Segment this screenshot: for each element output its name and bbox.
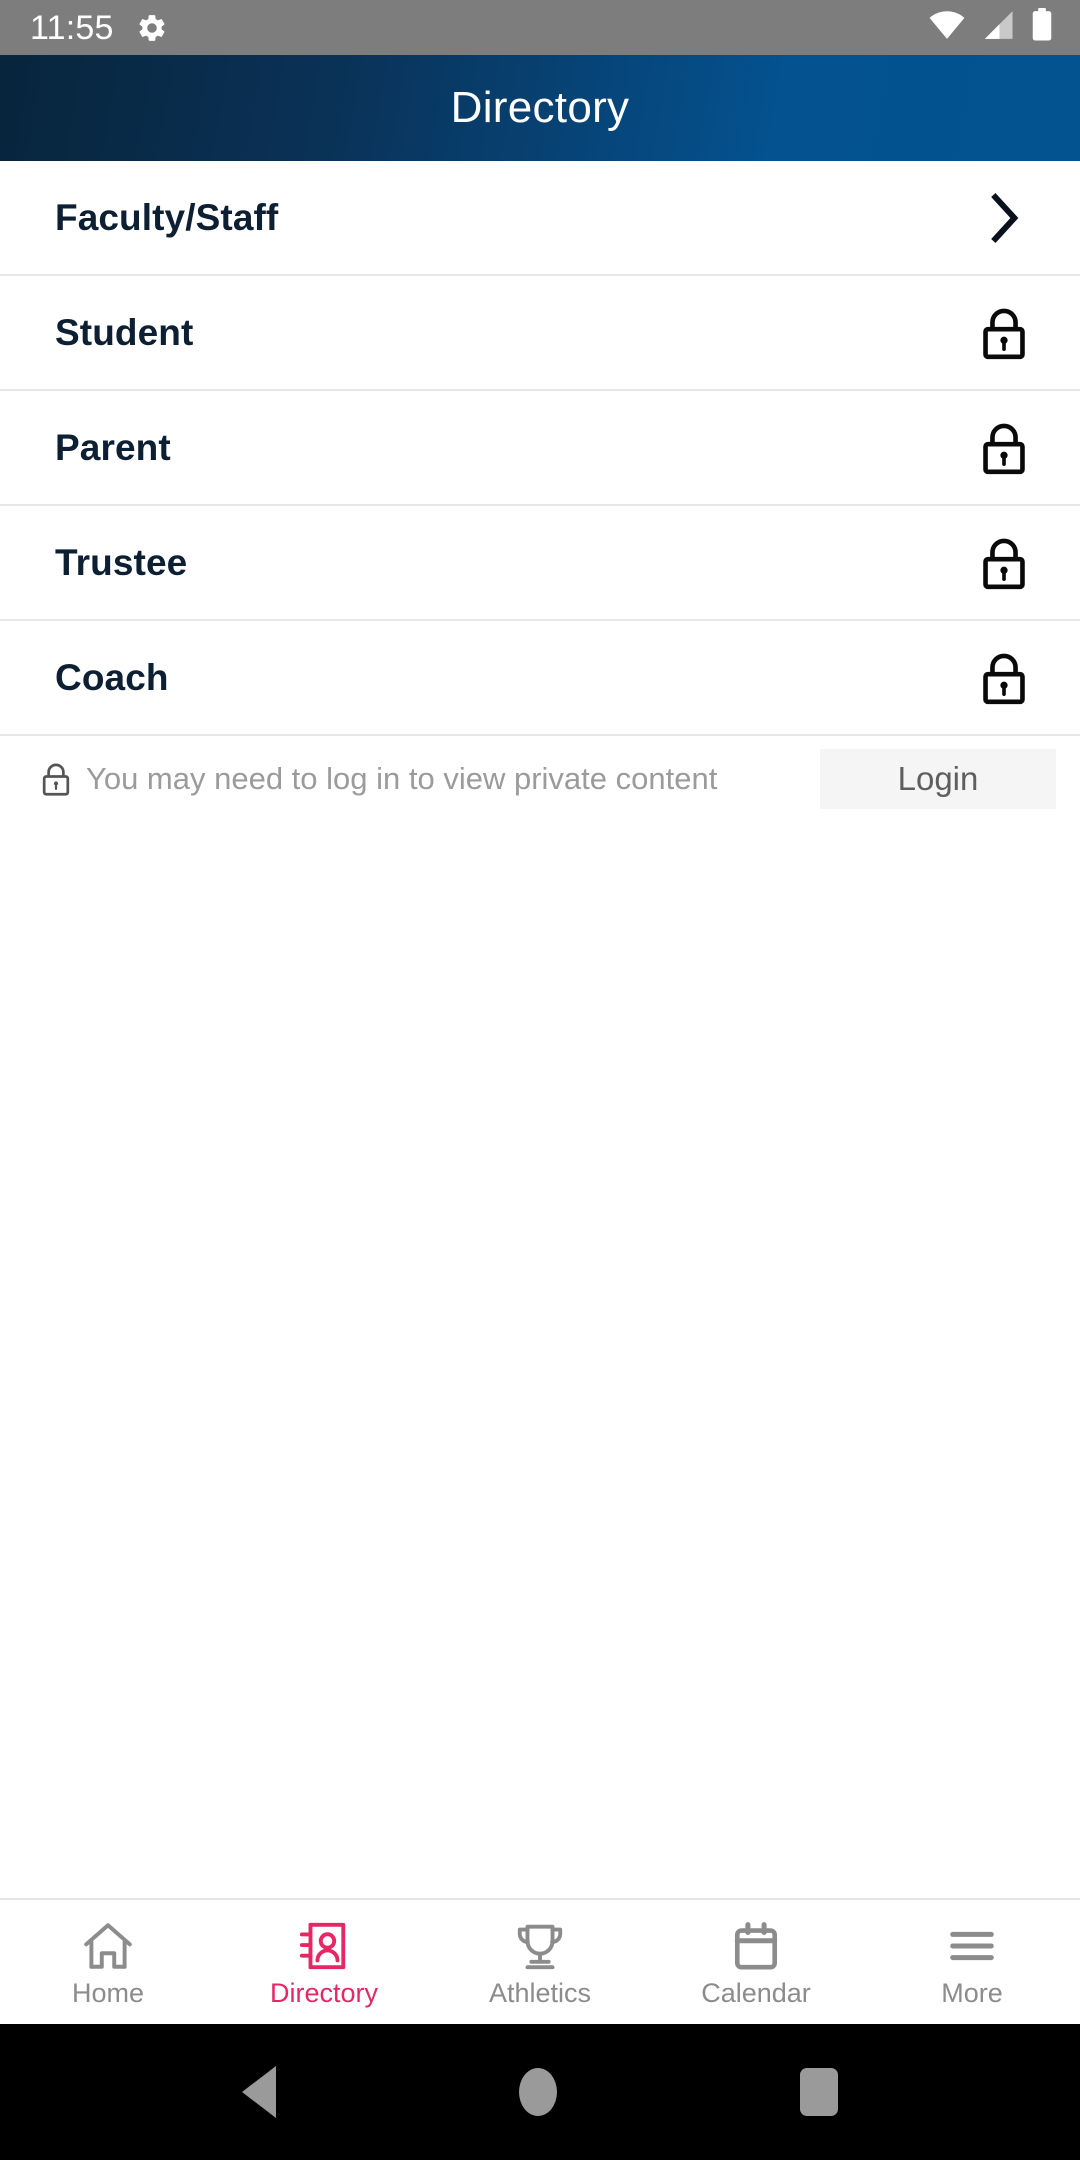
tab-label: Athletics [488, 1977, 592, 2008]
directory-row-coach[interactable]: Coach [0, 621, 1080, 736]
tab-label: Calendar [701, 1977, 811, 2008]
tab-label: Home [71, 1977, 145, 2008]
hamburger-icon [945, 1918, 999, 1974]
lock-icon [974, 419, 1034, 477]
calendar-icon [729, 1918, 783, 1974]
tab-home[interactable]: Home [0, 1900, 216, 2024]
lock-icon [974, 304, 1034, 362]
tab-label: More [941, 1977, 1003, 2008]
home-icon [81, 1918, 135, 1974]
system-navigation-bar [0, 2024, 1080, 2160]
recents-square-icon [800, 2068, 839, 2116]
back-button[interactable] [241, 2066, 276, 2118]
status-bar-icons [928, 8, 1054, 47]
contact-book-icon [297, 1918, 351, 1974]
login-banner-message: You may need to log in to view private c… [86, 761, 718, 796]
recents-button[interactable] [800, 2068, 839, 2116]
home-button[interactable] [518, 2068, 557, 2116]
list-item-label: Coach [55, 656, 169, 698]
cellular-signal-icon [980, 9, 1016, 46]
home-circle-icon [518, 2068, 557, 2116]
app-header: Directory [0, 55, 1080, 161]
list-item-label: Student [55, 311, 194, 353]
wifi-icon [928, 9, 966, 46]
page-title: Directory [450, 83, 630, 132]
back-triangle-icon [241, 2066, 276, 2118]
tab-label: Directory [269, 1977, 378, 2008]
login-button[interactable]: Login [820, 749, 1056, 809]
directory-row-parent[interactable]: Parent [0, 391, 1080, 506]
tab-more[interactable]: More [864, 1900, 1080, 2024]
list-item-label: Faculty/Staff [55, 196, 279, 238]
tab-calendar[interactable]: Calendar [648, 1900, 864, 2024]
list-item-label: Trustee [55, 541, 188, 583]
bottom-tab-bar: Home Directory Athletics Calendar More [0, 1898, 1080, 2024]
directory-row-student[interactable]: Student [0, 276, 1080, 391]
login-banner: You may need to log in to view private c… [0, 736, 1080, 822]
gear-icon [136, 12, 168, 44]
lock-icon [974, 649, 1034, 707]
status-bar: 11:55 [0, 0, 1080, 55]
lock-icon [974, 534, 1034, 592]
tab-directory[interactable]: Directory [216, 1900, 432, 2024]
directory-row-trustee[interactable]: Trustee [0, 506, 1080, 621]
tab-athletics[interactable]: Athletics [432, 1900, 648, 2024]
status-bar-clock: 11:55 [30, 8, 114, 47]
directory-list: Faculty/Staff Student Parent Trustee Coa… [0, 161, 1080, 736]
chevron-right-icon [974, 192, 1034, 244]
list-item-label: Parent [55, 426, 171, 468]
trophy-icon [513, 1918, 567, 1974]
content-area [0, 822, 1080, 1898]
battery-icon [1030, 8, 1054, 47]
lock-icon [40, 760, 72, 798]
directory-row-faculty-staff[interactable]: Faculty/Staff [0, 161, 1080, 276]
app-root: 11:55 Directory Faculty/Staff Student Pa… [0, 0, 1080, 2160]
